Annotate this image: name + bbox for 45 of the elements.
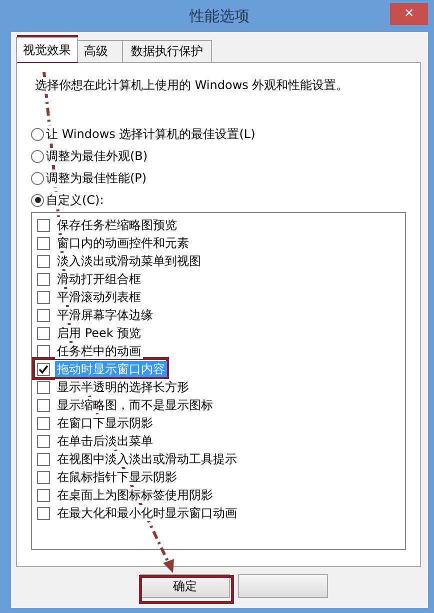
checkbox[interactable] xyxy=(37,506,50,520)
effect-label[interactable]: 启用 Peek 预览 xyxy=(55,325,144,341)
effect-label[interactable]: 在窗口下显示阴影 xyxy=(55,415,155,431)
checkbox[interactable] xyxy=(37,308,50,322)
effect-label[interactable]: 在桌面上为图标标签使用阴影 xyxy=(55,487,215,503)
checkbox[interactable] xyxy=(37,434,50,448)
radio-label[interactable]: 调整为最佳性能(P) xyxy=(46,170,147,186)
radio-button[interactable] xyxy=(31,172,44,184)
radio-button[interactable] xyxy=(31,194,44,206)
checkbox[interactable] xyxy=(37,452,50,466)
radio-button[interactable] xyxy=(31,128,44,140)
checkbox[interactable] xyxy=(37,236,50,250)
checkbox[interactable] xyxy=(37,218,50,232)
checkbox[interactable] xyxy=(37,416,50,430)
tab[interactable]: 视觉效果 xyxy=(16,37,78,62)
effect-label[interactable]: 在最大化和最小化时显示窗口动画 xyxy=(55,505,239,521)
effect-label[interactable]: 显示缩略图，而不是显示图标 xyxy=(55,397,215,413)
checkbox[interactable] xyxy=(37,254,50,268)
checkbox[interactable] xyxy=(37,344,50,358)
effect-label[interactable]: 平滑滚动列表框 xyxy=(55,289,143,305)
checkbox[interactable] xyxy=(37,398,50,412)
effect-label[interactable]: 保存任务栏缩略图预览 xyxy=(55,217,179,233)
tab[interactable]: 数据执行保护 xyxy=(122,40,212,62)
effect-label[interactable]: 在单击后淡出菜单 xyxy=(55,433,155,449)
radio-label[interactable]: 调整为最佳外观(B) xyxy=(46,148,148,164)
close-button[interactable]: × xyxy=(390,3,428,25)
radio-button[interactable] xyxy=(31,150,44,162)
checkbox[interactable] xyxy=(37,362,50,376)
checkbox[interactable] xyxy=(37,290,50,304)
effect-label[interactable]: 窗口内的动画控件和元素 xyxy=(55,235,191,251)
effect-label[interactable]: 在鼠标指针下显示阴影 xyxy=(55,469,179,485)
checkbox[interactable] xyxy=(37,326,50,340)
checkbox[interactable] xyxy=(37,488,50,502)
checkbox[interactable] xyxy=(37,272,50,286)
effect-label[interactable]: 任务栏中的动画 xyxy=(55,343,143,359)
effect-label[interactable]: 显示半透明的选择长方形 xyxy=(55,379,191,395)
effect-label[interactable]: 滑动打开组合框 xyxy=(55,271,143,287)
effect-label[interactable]: 平滑屏幕字体边缘 xyxy=(55,307,155,323)
window-title: 性能选项 xyxy=(190,6,250,26)
radio-label[interactable]: 自定义(C): xyxy=(46,192,104,208)
checkbox[interactable] xyxy=(37,380,50,394)
effect-label[interactable]: 在视图中淡入淡出或滑动工具提示 xyxy=(55,451,239,467)
checkbox[interactable] xyxy=(37,470,50,484)
effect-label[interactable]: 淡入淡出或滑动菜单到视图 xyxy=(55,253,203,269)
radio-label[interactable]: 让 Windows 选择计算机的最佳设置(L) xyxy=(46,126,256,142)
